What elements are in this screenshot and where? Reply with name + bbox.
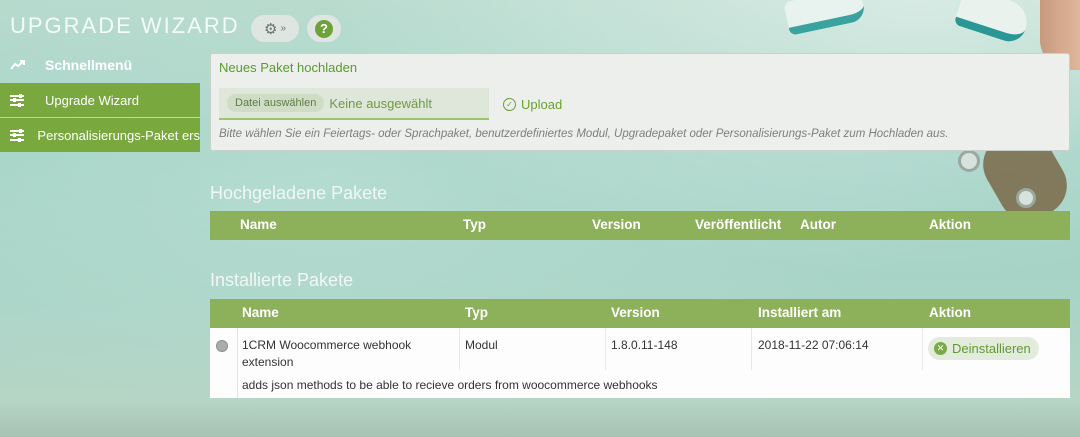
- gear-icon: ⚙: [263, 20, 278, 38]
- choose-file-button[interactable]: Datei auswählen: [227, 94, 325, 112]
- uninstall-button[interactable]: ✕ Deinstallieren: [928, 337, 1039, 360]
- background-wheel: [1016, 188, 1036, 208]
- installed-packages-header: Name Typ Version Installiert am Aktion: [210, 299, 1070, 328]
- sidebar-item-personalization-package[interactable]: Personalisierungs-Paket ers: [0, 118, 200, 152]
- installed-packages-title: Installierte Pakete: [210, 270, 354, 290]
- column-header[interactable]: Installiert am: [758, 305, 841, 320]
- sidebar-item-quickmenu[interactable]: Schnellmenü: [0, 48, 200, 82]
- package-status-icon: [216, 340, 228, 352]
- sidebar-item-label: Schnellmenü: [45, 57, 133, 73]
- sidebar-item-label: Upgrade Wizard: [45, 92, 139, 108]
- help-icon: ?: [315, 19, 333, 38]
- column-header[interactable]: Version: [592, 217, 641, 232]
- file-input[interactable]: Datei auswählen Keine ausgewählt: [219, 88, 489, 120]
- package-version: 1.8.0.11-148: [611, 338, 678, 352]
- sidebar-item-upgrade-wizard[interactable]: Upgrade Wizard: [0, 83, 200, 117]
- app-title: UPGRADE WIZARD: [10, 13, 240, 38]
- chevron-down-icon: »: [280, 23, 286, 34]
- sidebar-item-label: Personalisierungs-Paket ers: [37, 127, 200, 143]
- background-ground: [0, 400, 1080, 437]
- uploaded-packages-title: Hochgeladene Pakete: [210, 183, 388, 203]
- sliders-icon: [10, 93, 45, 107]
- help-button[interactable]: ?: [307, 15, 341, 42]
- sliders-icon: [10, 128, 37, 142]
- column-header[interactable]: Name: [240, 217, 277, 232]
- uninstall-label: Deinstallieren: [952, 341, 1031, 356]
- column-header: Aktion: [929, 217, 971, 232]
- upload-hint: Bitte wählen Sie ein Feiertags- oder Spr…: [219, 128, 949, 140]
- package-description: adds json methods to be able to recieve …: [242, 378, 658, 392]
- package-installed-date: 2018-11-22 07:06:14: [758, 338, 869, 352]
- upload-label: Upload: [521, 97, 563, 112]
- column-header: Aktion: [929, 305, 971, 320]
- upload-panel-title: Neues Paket hochladen: [219, 60, 358, 75]
- package-type: Modul: [465, 338, 498, 352]
- uploaded-packages-header: Name Typ Version Veröffentlicht Autor Ak…: [210, 211, 1070, 240]
- column-header[interactable]: Typ: [465, 305, 488, 320]
- check-circle-icon: ✓: [503, 98, 516, 111]
- table-row: 1CRM Woocommerce webhook extension Modul…: [210, 328, 1070, 398]
- background-skater-shoe: [953, 0, 1033, 46]
- column-header[interactable]: Name: [242, 305, 279, 320]
- column-header[interactable]: Autor: [800, 217, 836, 232]
- upload-button[interactable]: ✓ Upload: [503, 97, 562, 112]
- file-status: Keine ausgewählt: [329, 95, 432, 111]
- column-header[interactable]: Veröffentlicht: [695, 217, 781, 232]
- sidebar: Schnellmenü Upgrade Wizard Personalisier…: [0, 48, 200, 152]
- column-header[interactable]: Version: [611, 305, 660, 320]
- column-header[interactable]: Typ: [463, 217, 486, 232]
- package-name: 1CRM Woocommerce webhook extension: [242, 338, 412, 369]
- settings-menu-button[interactable]: ⚙ »: [251, 15, 299, 42]
- background-skater-shoe: [783, 0, 867, 36]
- upload-panel: Neues Paket hochladen Datei auswählen Ke…: [210, 53, 1070, 151]
- background-wheel: [958, 150, 980, 172]
- trend-icon: [10, 60, 45, 70]
- close-circle-icon: ✕: [934, 342, 947, 355]
